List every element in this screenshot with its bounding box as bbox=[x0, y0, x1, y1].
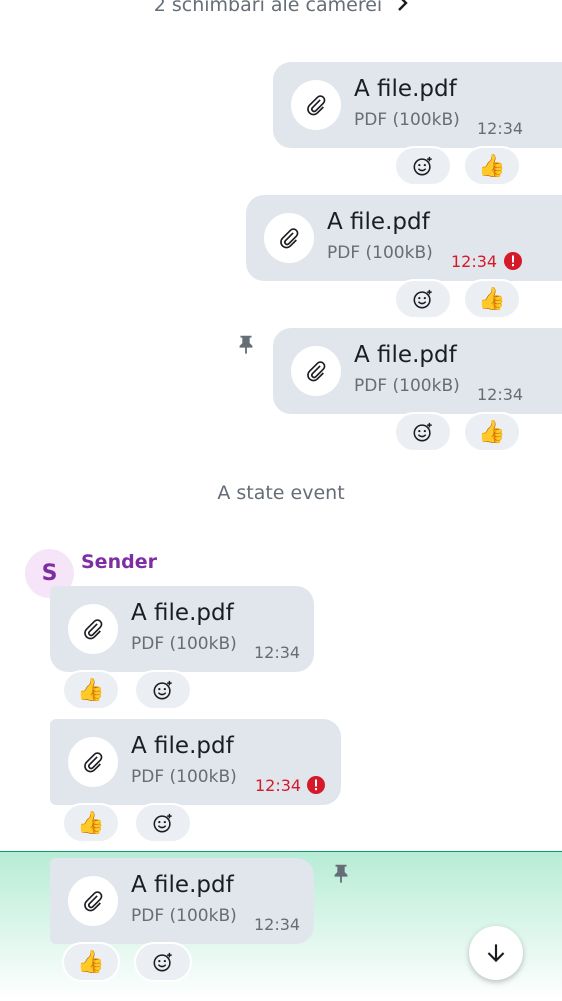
error-icon bbox=[504, 252, 522, 270]
timestamp: 12:34 bbox=[477, 119, 524, 138]
add-reaction-icon bbox=[153, 813, 172, 833]
timestamp: 12:34 bbox=[451, 252, 498, 271]
timestamp: 12:34 bbox=[254, 915, 301, 934]
add-reaction-button[interactable] bbox=[134, 803, 192, 843]
thumbs-up-icon: 👍 bbox=[77, 810, 105, 836]
reaction-thumbs-up[interactable]: 👍 bbox=[62, 670, 120, 710]
chevron-right-icon bbox=[396, 0, 408, 19]
timestamp: 12:34 bbox=[255, 776, 302, 795]
file-name: A file.pdf bbox=[131, 733, 234, 759]
reaction-thumbs-up[interactable]: 👍 bbox=[62, 942, 120, 982]
reaction-thumbs-up[interactable]: 👍 bbox=[62, 803, 120, 843]
message-bubble[interactable]: A file.pdf PDF (100kB) 12:34 bbox=[50, 719, 341, 805]
add-reaction-icon bbox=[413, 289, 432, 309]
attachment-icon[interactable] bbox=[291, 346, 341, 396]
add-reaction-icon bbox=[153, 680, 172, 700]
attachment-icon[interactable] bbox=[68, 876, 118, 926]
thumbs-up-icon: 👍 bbox=[478, 153, 506, 179]
file-name: A file.pdf bbox=[327, 209, 430, 235]
pin-icon bbox=[334, 864, 348, 884]
thumbs-up-icon: 👍 bbox=[478, 419, 506, 445]
file-meta: PDF (100kB) bbox=[131, 906, 237, 926]
reaction-thumbs-up[interactable]: 👍 bbox=[463, 279, 521, 319]
state-event: A state event bbox=[217, 482, 345, 504]
add-reaction-button[interactable] bbox=[394, 412, 452, 452]
attachment-icon[interactable] bbox=[68, 604, 118, 654]
reaction-thumbs-up[interactable]: 👍 bbox=[463, 412, 521, 452]
scroll-to-bottom-button[interactable] bbox=[469, 926, 523, 980]
message-bubble[interactable]: A file.pdf PDF (100kB) 12:34 bbox=[50, 858, 314, 944]
file-name: A file.pdf bbox=[354, 342, 457, 368]
file-meta: PDF (100kB) bbox=[131, 634, 237, 654]
attachment-icon[interactable] bbox=[291, 80, 341, 130]
room-changes-link[interactable]: 2 schimbări ale camerei bbox=[0, 0, 562, 18]
file-meta: PDF (100kB) bbox=[327, 243, 433, 263]
attachment-icon[interactable] bbox=[264, 213, 314, 263]
pin-icon bbox=[239, 335, 253, 355]
room-changes-label: 2 schimbări ale camerei bbox=[153, 0, 383, 16]
file-name: A file.pdf bbox=[354, 76, 457, 102]
message-bubble[interactable]: A file.pdf PDF (100kB) 12:34 bbox=[246, 195, 562, 281]
file-name: A file.pdf bbox=[131, 872, 234, 898]
attachment-icon[interactable] bbox=[68, 737, 118, 787]
reaction-thumbs-up[interactable]: 👍 bbox=[463, 146, 521, 186]
message-bubble[interactable]: A file.pdf PDF (100kB) 12:34 bbox=[273, 328, 562, 414]
message-bubble[interactable]: A file.pdf PDF (100kB) 12:34 bbox=[50, 586, 314, 672]
file-meta: PDF (100kB) bbox=[354, 376, 460, 396]
add-reaction-icon bbox=[413, 156, 432, 176]
timestamp: 12:34 bbox=[477, 385, 524, 404]
message-bubble[interactable]: A file.pdf PDF (100kB) 12:34 bbox=[273, 62, 562, 148]
error-icon bbox=[307, 776, 325, 794]
thumbs-up-icon: 👍 bbox=[77, 677, 105, 703]
sender-name[interactable]: Sender bbox=[81, 551, 157, 573]
file-meta: PDF (100kB) bbox=[354, 110, 460, 130]
timestamp: 12:34 bbox=[254, 643, 301, 662]
add-reaction-button[interactable] bbox=[394, 146, 452, 186]
add-reaction-button[interactable] bbox=[134, 670, 192, 710]
thumbs-up-icon: 👍 bbox=[77, 949, 105, 975]
thumbs-up-icon: 👍 bbox=[478, 286, 506, 312]
add-reaction-button[interactable] bbox=[394, 279, 452, 319]
add-reaction-icon bbox=[153, 952, 172, 972]
file-name: A file.pdf bbox=[131, 600, 234, 626]
add-reaction-button[interactable] bbox=[134, 942, 192, 982]
add-reaction-icon bbox=[413, 422, 432, 442]
arrow-down-icon bbox=[487, 944, 505, 963]
file-meta: PDF (100kB) bbox=[131, 767, 237, 787]
